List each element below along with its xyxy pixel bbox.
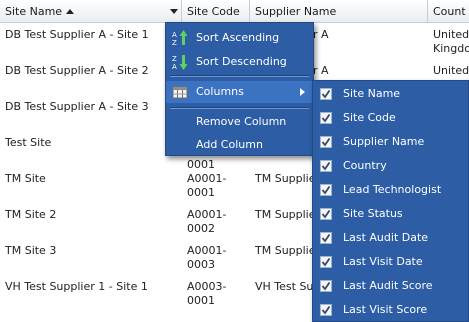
column-header-label: Count xyxy=(433,5,466,18)
sort-ascending-indicator-icon xyxy=(66,9,75,14)
cell-country: United xyxy=(433,64,469,77)
checkbox-checked-icon[interactable] xyxy=(320,256,332,268)
menu-item-label: Sort Ascending xyxy=(196,31,280,44)
column-toggle-label: Last Visit Date xyxy=(343,255,423,268)
menu-item-columns[interactable]: Columns xyxy=(166,81,313,103)
menu-item-label: Sort Descending xyxy=(196,55,287,68)
checkbox-checked-icon[interactable] xyxy=(320,280,332,292)
menu-item-label: Columns xyxy=(196,85,244,98)
column-toggle-label: Lead Technologist xyxy=(343,183,442,196)
cell-site-name: DB Test Supplier A - Site 1 xyxy=(5,28,149,41)
menu-item-sort-descending[interactable]: Z A Sort Descending xyxy=(166,51,313,73)
column-toggle-lead-technologist[interactable]: Lead Technologist xyxy=(313,178,468,202)
columns-icon xyxy=(172,84,188,100)
column-toggle-label: Site Name xyxy=(343,87,401,100)
cell-site-name: TM Site 2 xyxy=(5,208,57,221)
column-header-label: Supplier Name xyxy=(255,5,337,18)
column-toggle-site-status[interactable]: Site Status xyxy=(313,202,468,226)
svg-text:Z: Z xyxy=(172,55,177,63)
column-toggle-label: Last Audit Date xyxy=(343,231,429,244)
column-toggle-supplier-name[interactable]: Supplier Name xyxy=(313,130,468,154)
menu-item-remove-column[interactable]: Remove Column xyxy=(166,111,313,133)
column-toggle-last-visit-date[interactable]: Last Visit Date xyxy=(313,250,468,274)
column-header-country[interactable]: Count xyxy=(428,0,469,23)
column-header-supplier-name[interactable]: Supplier Name xyxy=(250,0,428,23)
column-toggle-country[interactable]: Country xyxy=(313,154,468,178)
column-toggle-label: Site Code xyxy=(343,111,396,124)
sort-ascending-icon: A Z xyxy=(172,30,188,47)
checkbox-checked-icon[interactable] xyxy=(320,208,332,220)
checkbox-checked-icon[interactable] xyxy=(320,184,332,196)
menu-item-sort-ascending[interactable]: A Z Sort Ascending xyxy=(166,27,313,49)
sort-descending-icon: Z A xyxy=(172,54,188,71)
column-toggle-label: Site Status xyxy=(343,207,403,220)
column-toggle-label: Last Audit Score xyxy=(343,279,433,292)
menu-separator xyxy=(170,107,309,109)
menu-separator xyxy=(170,75,309,77)
checkbox-checked-icon[interactable] xyxy=(320,304,332,316)
column-context-menu: A Z Sort Ascending Z A Sort Descending C… xyxy=(165,22,314,156)
cell-site-name: VH Test Supplier 1 - Site 1 xyxy=(5,280,148,293)
column-header-label: Site Name xyxy=(5,5,63,18)
column-toggle-label: Country xyxy=(343,159,387,172)
cell-site-name: TM Site xyxy=(5,172,46,185)
column-toggle-site-code[interactable]: Site Code xyxy=(313,106,468,130)
menu-item-label: Add Column xyxy=(196,138,263,151)
cell-site-name: DB Test Supplier A - Site 3 xyxy=(5,100,149,113)
column-toggle-site-name[interactable]: Site Name xyxy=(313,82,468,106)
cell-site-code: A0003-0001 xyxy=(187,280,227,307)
svg-text:A: A xyxy=(172,31,177,39)
column-header-label: Site Code xyxy=(187,5,240,18)
column-toggle-last-audit-date[interactable]: Last Audit Date xyxy=(313,226,468,250)
svg-text:A: A xyxy=(172,63,177,70)
submenu-arrow-icon xyxy=(300,88,305,96)
checkbox-checked-icon[interactable] xyxy=(320,112,332,124)
column-toggle-last-visit-score[interactable]: Last Visit Score xyxy=(313,298,468,322)
cell-site-code: A0001-0002 xyxy=(187,208,227,235)
menu-item-add-column[interactable]: Add Column xyxy=(166,134,313,156)
checkbox-checked-icon[interactable] xyxy=(320,88,332,100)
checkbox-checked-icon[interactable] xyxy=(320,232,332,244)
column-menu-dropdown-icon[interactable] xyxy=(166,2,181,21)
column-toggle-label: Supplier Name xyxy=(343,135,425,148)
column-header-site-code[interactable]: Site Code xyxy=(182,0,250,23)
menu-item-label: Remove Column xyxy=(196,115,287,128)
cell-site-code: A0001-0003 xyxy=(187,244,227,271)
cell-site-name: TM Site 3 xyxy=(5,244,57,257)
column-toggle-label: Last Visit Score xyxy=(343,303,428,316)
cell-site-name: DB Test Supplier A - Site 2 xyxy=(5,64,149,77)
cell-site-name: Test Site xyxy=(5,136,52,149)
checkbox-checked-icon[interactable] xyxy=(320,136,332,148)
checkbox-checked-icon[interactable] xyxy=(320,160,332,172)
cell-country: United Kingdom xyxy=(433,28,469,55)
grid-header: Site Name Site Code Supplier Name Count xyxy=(0,0,469,23)
columns-submenu: Site Name Site Code Supplier Name Countr… xyxy=(312,80,469,322)
column-header-site-name[interactable]: Site Name xyxy=(0,0,182,23)
svg-text:Z: Z xyxy=(172,39,177,46)
cell-site-code: A0001-0001 xyxy=(187,172,227,199)
column-toggle-last-audit-score[interactable]: Last Audit Score xyxy=(313,274,468,298)
